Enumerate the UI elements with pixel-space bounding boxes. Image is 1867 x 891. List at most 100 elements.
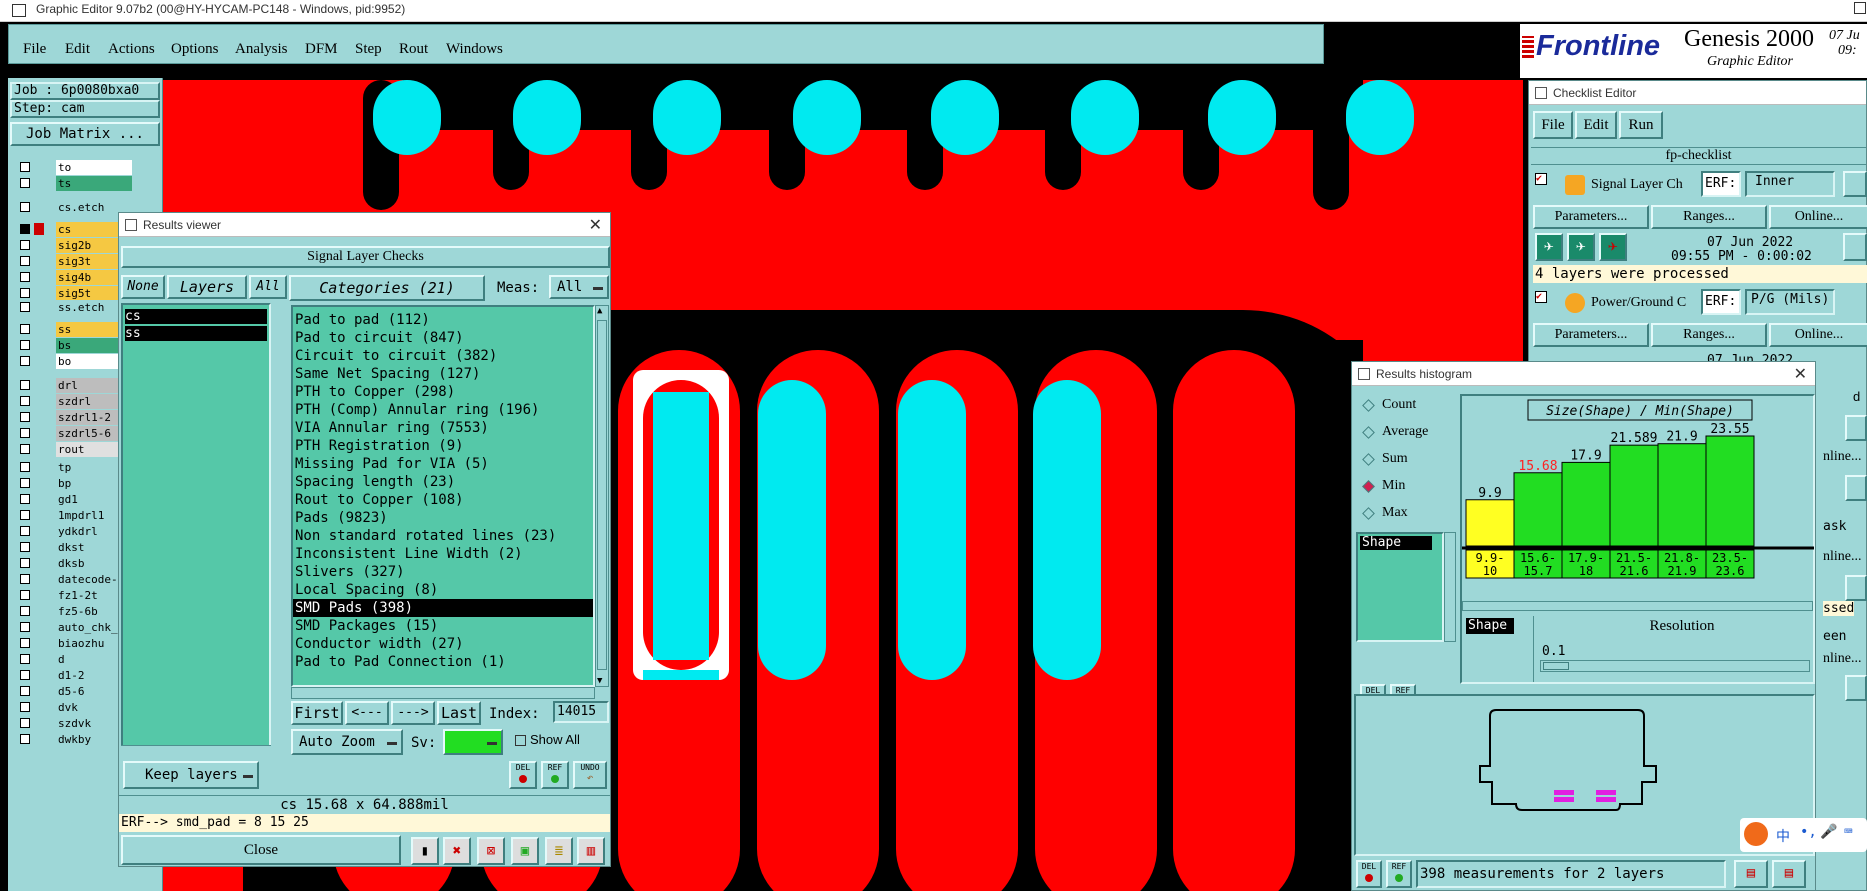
checklist-menu-edit[interactable]: Edit <box>1575 111 1617 139</box>
radio-icon[interactable] <box>1362 399 1375 412</box>
check-enable-checkbox[interactable]: ✔ <box>1535 173 1547 185</box>
layer-checkbox[interactable] <box>20 444 30 454</box>
layer-row[interactable]: d5-6 <box>16 684 132 699</box>
checklist-menu-run[interactable]: Run <box>1619 111 1663 139</box>
layer-row[interactable]: bp <box>16 476 132 491</box>
layer-row[interactable]: ss <box>16 322 132 337</box>
layer-checkbox[interactable] <box>20 162 30 172</box>
layer-checkbox[interactable] <box>20 542 30 552</box>
layer-row[interactable]: bs <box>16 338 132 353</box>
close-icon[interactable]: ✕ <box>589 215 602 235</box>
layer-row[interactable]: ydkdrl <box>16 524 132 539</box>
menu-help[interactable]: Help <box>1467 41 1496 58</box>
layer-row[interactable]: gd1 <box>16 492 132 507</box>
layer-checkbox[interactable] <box>20 256 30 266</box>
layer-checkbox[interactable] <box>20 324 30 334</box>
category-item[interactable]: Rout to Copper (108) <box>293 491 593 509</box>
layer-checkbox[interactable] <box>20 272 30 282</box>
menu-actions[interactable]: Actions <box>108 41 155 58</box>
category-item[interactable]: Pad to circuit (847) <box>293 329 593 347</box>
layer-checkbox[interactable] <box>20 510 30 520</box>
list-item[interactable]: Shape <box>1360 536 1432 550</box>
online-button[interactable]: Online... <box>1769 323 1867 347</box>
layer-checkbox[interactable] <box>20 606 30 616</box>
layer-checkbox[interactable] <box>20 202 30 212</box>
layer-row[interactable]: dkst <box>16 540 132 555</box>
scroll-down-icon[interactable]: ▼ <box>597 676 607 686</box>
menu-rout[interactable]: Rout <box>399 41 428 58</box>
mic-icon[interactable]: 🎤 <box>1820 824 1837 840</box>
layer-checkbox[interactable] <box>20 686 30 696</box>
report-icon[interactable]: ≣ <box>545 837 573 865</box>
shape-button[interactable]: Shape <box>1466 618 1514 634</box>
layer-checkbox[interactable] <box>20 590 30 600</box>
layer-row[interactable]: szdrl5-6 <box>16 426 132 441</box>
category-item[interactable]: Missing Pad for VIA (5) <box>293 455 593 473</box>
ime-mode[interactable]: 中 <box>1776 826 1790 846</box>
layer-row[interactable]: ss.etch <box>16 300 132 315</box>
zoom-icon[interactable] <box>1845 415 1867 441</box>
histogram-option[interactable]: Min <box>1362 477 1458 497</box>
histogram-bar[interactable] <box>1657 443 1707 547</box>
category-item[interactable]: SMD Pads (398) <box>293 599 593 617</box>
histogram-option[interactable]: Max <box>1362 504 1458 524</box>
print-icon[interactable]: ▤ <box>1772 860 1806 888</box>
stop-check-icon[interactable]: ✈ <box>1599 233 1627 261</box>
layer-row[interactable]: dwkby <box>16 732 132 747</box>
category-item[interactable]: Non standard rotated lines (23) <box>293 527 593 545</box>
zoom-icon[interactable] <box>1845 575 1867 601</box>
layer-result-list[interactable]: cs ss <box>121 303 271 755</box>
zoom-icon[interactable] <box>1843 233 1867 261</box>
export-icon[interactable]: ▤ <box>1734 860 1768 888</box>
histogram-bar[interactable] <box>1705 435 1755 547</box>
histogram-option[interactable]: Average <box>1362 423 1458 443</box>
layer-row[interactable]: datecode- <box>16 572 132 587</box>
check-name-header[interactable]: Signal Layer Checks <box>121 246 610 268</box>
run-all-icon[interactable]: ✈ <box>1567 233 1595 261</box>
maximize-icon[interactable] <box>1854 2 1866 14</box>
category-item[interactable]: PTH (Comp) Annular ring (196) <box>293 401 593 419</box>
category-item[interactable]: Conductor width (27) <box>293 635 593 653</box>
sogou-icon[interactable] <box>1744 822 1768 846</box>
categories-scrollbar[interactable]: ▲ ▼ <box>595 305 609 687</box>
layer-row[interactable]: biaozhu <box>16 636 132 651</box>
menu-dfm[interactable]: DFM <box>305 41 338 58</box>
scroll-thumb[interactable] <box>597 320 607 670</box>
layer-row[interactable]: fz5-6b <box>16 604 132 619</box>
layer-row[interactable]: fz1-2t <box>16 588 132 603</box>
list-item[interactable]: cs <box>125 309 267 324</box>
checklist-menu-file[interactable]: File <box>1533 111 1573 139</box>
keep-layers-select[interactable]: Keep layers <box>123 761 259 789</box>
resolution-slider[interactable] <box>1540 660 1810 672</box>
footer-del-button[interactable]: DEL <box>1356 860 1382 888</box>
keyboard-icon[interactable]: ⌨ <box>1844 824 1852 840</box>
online-button[interactable]: Online... <box>1769 205 1867 229</box>
category-item[interactable]: Spacing length (23) <box>293 473 593 491</box>
category-item[interactable]: Pads (9823) <box>293 509 593 527</box>
layer-checkbox[interactable] <box>20 478 30 488</box>
categories-button[interactable]: Categories (21) <box>289 275 485 301</box>
del-button[interactable]: DEL <box>509 761 537 789</box>
layer-checkbox[interactable] <box>20 558 30 568</box>
layer-row[interactable]: ts <box>16 176 132 191</box>
index-field[interactable]: 14015 <box>553 701 609 723</box>
layer-row[interactable]: cs.etch <box>16 200 132 215</box>
flashlight-icon[interactable]: ▮ <box>411 837 439 865</box>
layer-checkbox[interactable] <box>20 622 30 632</box>
layer-row[interactable]: sig4b <box>16 270 132 285</box>
ranges-button[interactable]: Ranges... <box>1651 323 1767 347</box>
layer-checkbox[interactable] <box>20 494 30 504</box>
all-button[interactable]: All <box>249 275 287 299</box>
histogram-bar[interactable] <box>1609 444 1659 547</box>
menu-options[interactable]: Options <box>171 41 219 58</box>
layer-row[interactable]: d1-2 <box>16 668 132 683</box>
layer-row[interactable]: tp <box>16 460 132 475</box>
layer-checkbox[interactable] <box>20 734 30 744</box>
ime-punct-icon[interactable]: •, <box>1800 824 1817 840</box>
layer-row[interactable]: sig3t <box>16 254 132 269</box>
meas-select[interactable]: All <box>549 275 609 299</box>
layer-checkbox[interactable] <box>20 396 30 406</box>
close-icon[interactable]: ✕ <box>1794 364 1807 384</box>
layer-checkbox[interactable] <box>20 356 30 366</box>
layer-checkbox[interactable] <box>20 462 30 472</box>
